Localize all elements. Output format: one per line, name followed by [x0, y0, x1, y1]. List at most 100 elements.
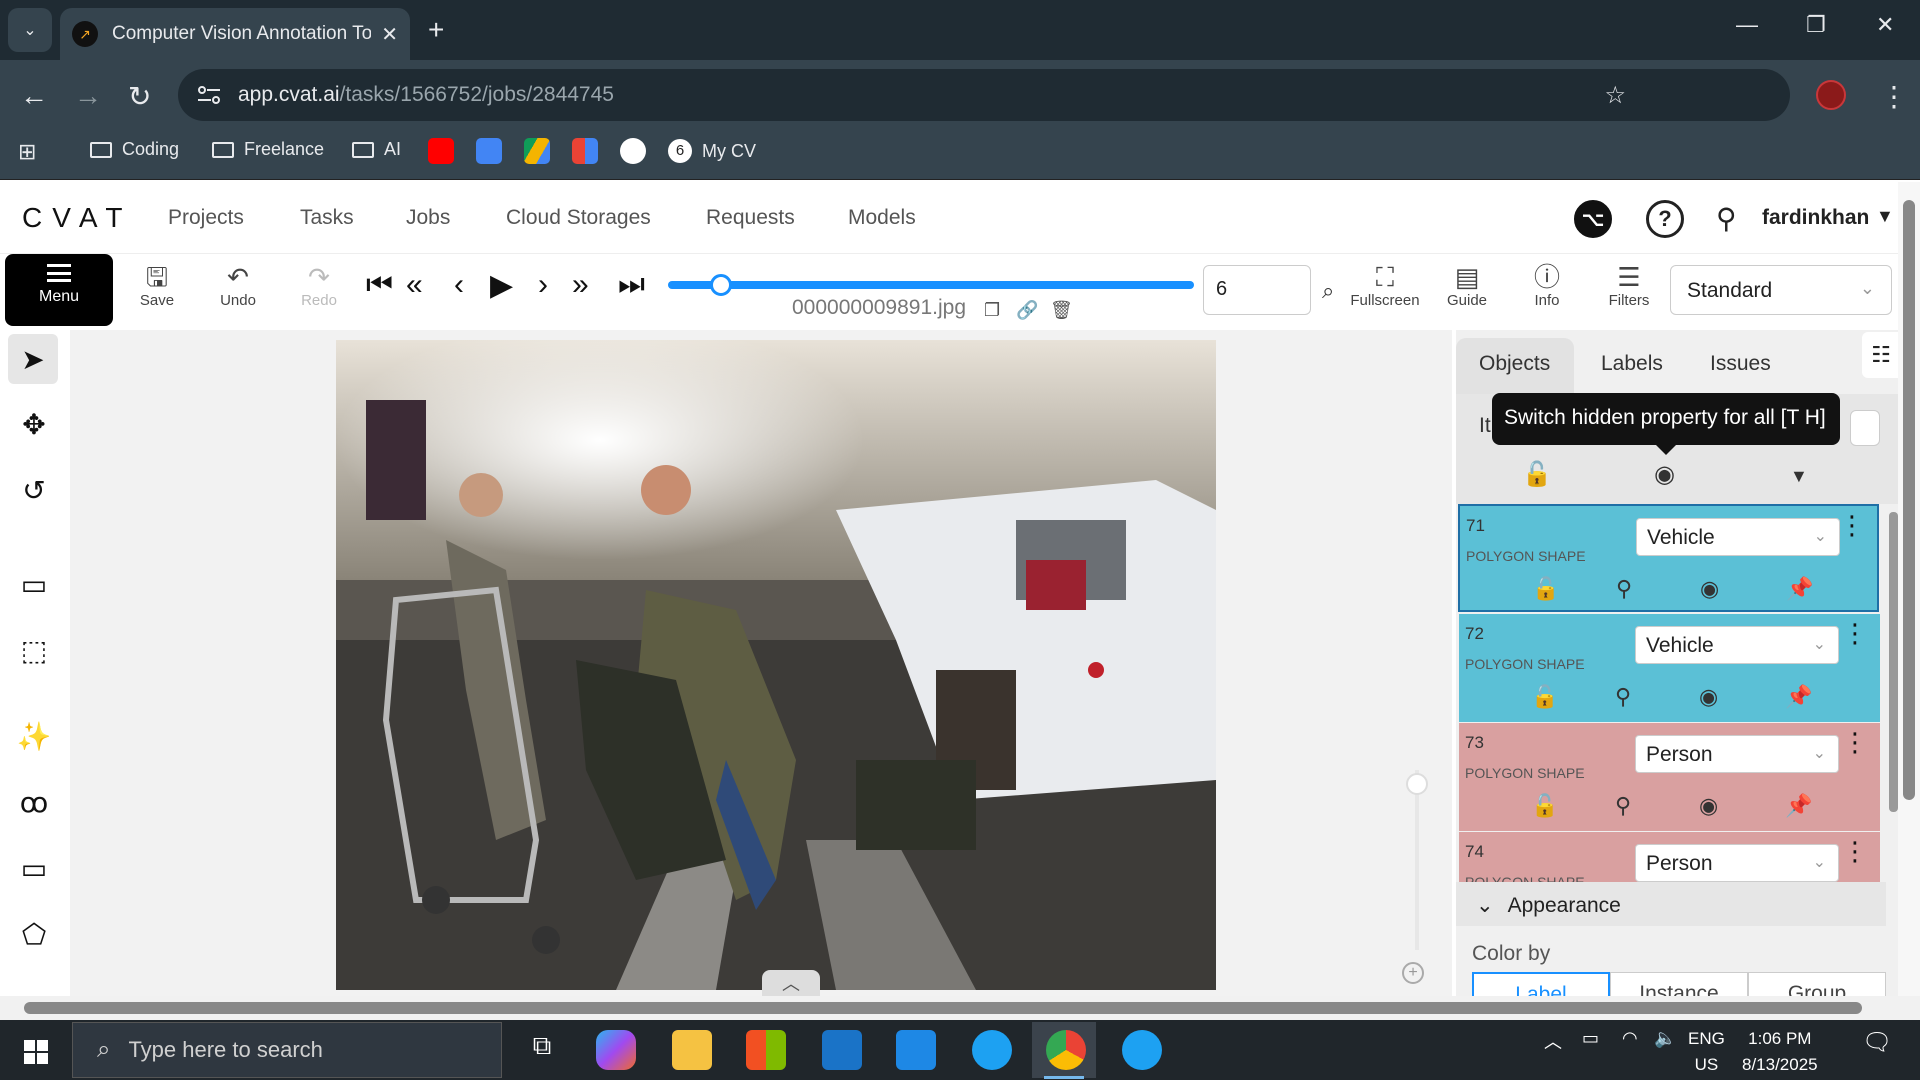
rotate-icon[interactable]: ↺	[14, 470, 54, 510]
nav-requests[interactable]: Requests	[706, 206, 795, 230]
file-explorer-icon[interactable]	[672, 1030, 712, 1070]
close-tab-icon[interactable]: ✕	[381, 22, 398, 47]
page-vertical-scrollbar[interactable]	[1898, 182, 1920, 996]
microsoft-store-icon[interactable]	[746, 1030, 786, 1070]
person-icon[interactable]: ⚲	[1615, 793, 1631, 819]
redo-button[interactable]: ↷ Redo	[284, 262, 354, 309]
app-icon[interactable]	[1122, 1030, 1162, 1070]
youtube-icon[interactable]	[428, 138, 454, 164]
show-hidden-icons[interactable]: ︿	[1544, 1028, 1562, 1054]
username[interactable]: fardinkhan	[1762, 206, 1869, 230]
copy-filename-icon[interactable]: ❐	[984, 300, 1000, 321]
close-window-icon[interactable]: ✕	[1876, 12, 1894, 38]
object-label-select[interactable]: Vehicle ⌄	[1635, 626, 1839, 664]
lock-icon[interactable]: 🔓	[1531, 684, 1558, 710]
github-icon[interactable]: ⌥	[1574, 200, 1612, 238]
object-label-select[interactable]: Person ⌄	[1635, 844, 1839, 882]
bookmark-my-cv[interactable]: 6 My CV	[668, 139, 756, 163]
frame-slider[interactable]	[668, 281, 1194, 289]
object-menu-icon[interactable]: ⋮	[1842, 838, 1868, 864]
new-tab-icon[interactable]: +	[428, 14, 444, 46]
eye-hidden-icon[interactable]: ◉	[1699, 793, 1718, 819]
clock[interactable]: 1:06 PM 8/13/2025	[1742, 1026, 1818, 1078]
forward-icon[interactable]: →	[74, 80, 102, 112]
lock-icon[interactable]: 🔓	[1532, 576, 1559, 602]
object-menu-icon[interactable]: ⋮	[1842, 620, 1868, 646]
back-jump-icon[interactable]: «	[406, 268, 423, 302]
lock-icon[interactable]: 🔓	[1531, 793, 1558, 819]
chevron-up-icon[interactable]: ︿	[762, 970, 820, 998]
delete-frame-icon[interactable]: 🗑	[1050, 300, 1073, 321]
scrollbar-thumb[interactable]	[24, 1002, 1862, 1014]
next-frame-icon[interactable]: ›	[538, 268, 548, 302]
fit-image-icon[interactable]: ▭	[14, 564, 54, 604]
minimize-icon[interactable]: —	[1736, 12, 1758, 38]
object-item[interactable]: 71 POLYGON SHAPE Vehicle ⌄ ⋮ 🔓 ⚲ ◉ 📌	[1458, 504, 1879, 612]
nav-models[interactable]: Models	[848, 206, 916, 230]
eye-hidden-icon[interactable]: ◉	[1699, 684, 1718, 710]
app-icon[interactable]	[972, 1030, 1012, 1070]
sort-select[interactable]	[1850, 410, 1880, 446]
windows-start-icon[interactable]	[24, 1040, 48, 1064]
nav-projects[interactable]: Projects	[168, 206, 244, 230]
zoom-slider-handle[interactable]	[1406, 773, 1428, 795]
tab-search-button[interactable]: ⌄	[8, 8, 52, 52]
help-icon[interactable]: ?	[1646, 200, 1684, 238]
polygon-icon[interactable]: ⬠	[14, 914, 54, 954]
object-label-select[interactable]: Vehicle ⌄	[1636, 518, 1840, 556]
bookmark-folder-freelance[interactable]: Freelance	[212, 139, 324, 160]
language-indicator[interactable]: ENG US	[1688, 1026, 1725, 1078]
battery-icon[interactable]: ▭	[1582, 1028, 1599, 1049]
taskbar-search[interactable]: ⌕ Type here to search	[72, 1022, 502, 1078]
browser-tab[interactable]: ↗ Computer Vision Annotation To ✕	[60, 8, 410, 60]
expand-all-icon[interactable]: ▼	[1790, 466, 1808, 487]
undo-button[interactable]: ↶ Undo	[203, 262, 273, 309]
object-item[interactable]: 72 POLYGON SHAPE Vehicle ⌄ ⋮ 🔓 ⚲ ◉ 📌	[1459, 614, 1880, 722]
filters-button[interactable]: ☰ Filters	[1594, 262, 1664, 309]
nav-jobs[interactable]: Jobs	[406, 206, 450, 230]
appearance-section[interactable]: ⌄ Appearance	[1456, 882, 1886, 926]
restore-icon[interactable]: ❐	[1806, 12, 1826, 38]
apps-grid-icon[interactable]: ⊞	[18, 139, 36, 165]
zoom-region-icon[interactable]: ⬚	[14, 630, 54, 670]
eye-hidden-icon[interactable]: ◉	[1700, 576, 1719, 602]
outlook-icon[interactable]	[822, 1030, 862, 1070]
lock-all-icon[interactable]: 🔓	[1522, 460, 1552, 489]
frame-number-input[interactable]: 6	[1203, 265, 1311, 315]
volume-icon[interactable]: 🔈	[1654, 1028, 1676, 1049]
info-button[interactable]: ⓘ Info	[1512, 262, 1582, 309]
person-icon[interactable]: ⚲	[1616, 576, 1632, 602]
url-field[interactable]: app.cvat.ai/tasks/1566752/jobs/2844745 ☆	[178, 69, 1790, 121]
save-button[interactable]: 🖫 Save	[122, 262, 192, 309]
object-item[interactable]: 74 POLYGON SHAPE Person ⌄ ⋮	[1459, 832, 1880, 882]
cursor-icon[interactable]: ➤	[8, 334, 58, 384]
pin-icon[interactable]: 📌	[1786, 576, 1813, 602]
notifications-icon[interactable]: 🗨	[1862, 1028, 1892, 1057]
vscode-icon[interactable]	[896, 1030, 936, 1070]
cvat-logo[interactable]: CVAT	[22, 202, 133, 234]
rectangle-icon[interactable]: ▭	[14, 848, 54, 888]
openvino-icon[interactable]: ꝏ	[14, 782, 54, 822]
objects-scrollbar[interactable]	[1889, 512, 1898, 812]
object-menu-icon[interactable]: ⋮	[1839, 512, 1865, 538]
chatgpt-icon[interactable]	[620, 138, 646, 164]
google-translate-icon[interactable]	[476, 138, 502, 164]
zoom-in-icon[interactable]: +	[1402, 962, 1424, 984]
object-label-select[interactable]: Person ⌄	[1635, 735, 1839, 773]
site-settings-icon[interactable]	[196, 85, 222, 105]
bookmark-folder-ai[interactable]: AI	[352, 139, 401, 160]
caret-down-icon[interactable]: ▼	[1876, 206, 1894, 227]
object-item[interactable]: 73 POLYGON SHAPE Person ⌄ ⋮ 🔓 ⚲ ◉ 📌	[1459, 723, 1880, 831]
play-icon[interactable]: ▶	[490, 268, 513, 303]
object-menu-icon[interactable]: ⋮	[1842, 729, 1868, 755]
back-icon[interactable]: ←	[20, 80, 48, 112]
frame-image[interactable]	[336, 340, 1216, 990]
link-icon[interactable]: 🔗	[1016, 300, 1038, 321]
gmail-icon[interactable]	[572, 138, 598, 164]
bookmark-folder-coding[interactable]: Coding	[90, 139, 179, 160]
google-drive-icon[interactable]	[524, 138, 550, 164]
previous-frame-icon[interactable]: ‹	[454, 268, 464, 302]
wifi-icon[interactable]: ◠	[1622, 1028, 1638, 1049]
first-frame-icon[interactable]: ⏮	[366, 268, 393, 302]
tab-issues[interactable]: Issues	[1710, 352, 1771, 376]
